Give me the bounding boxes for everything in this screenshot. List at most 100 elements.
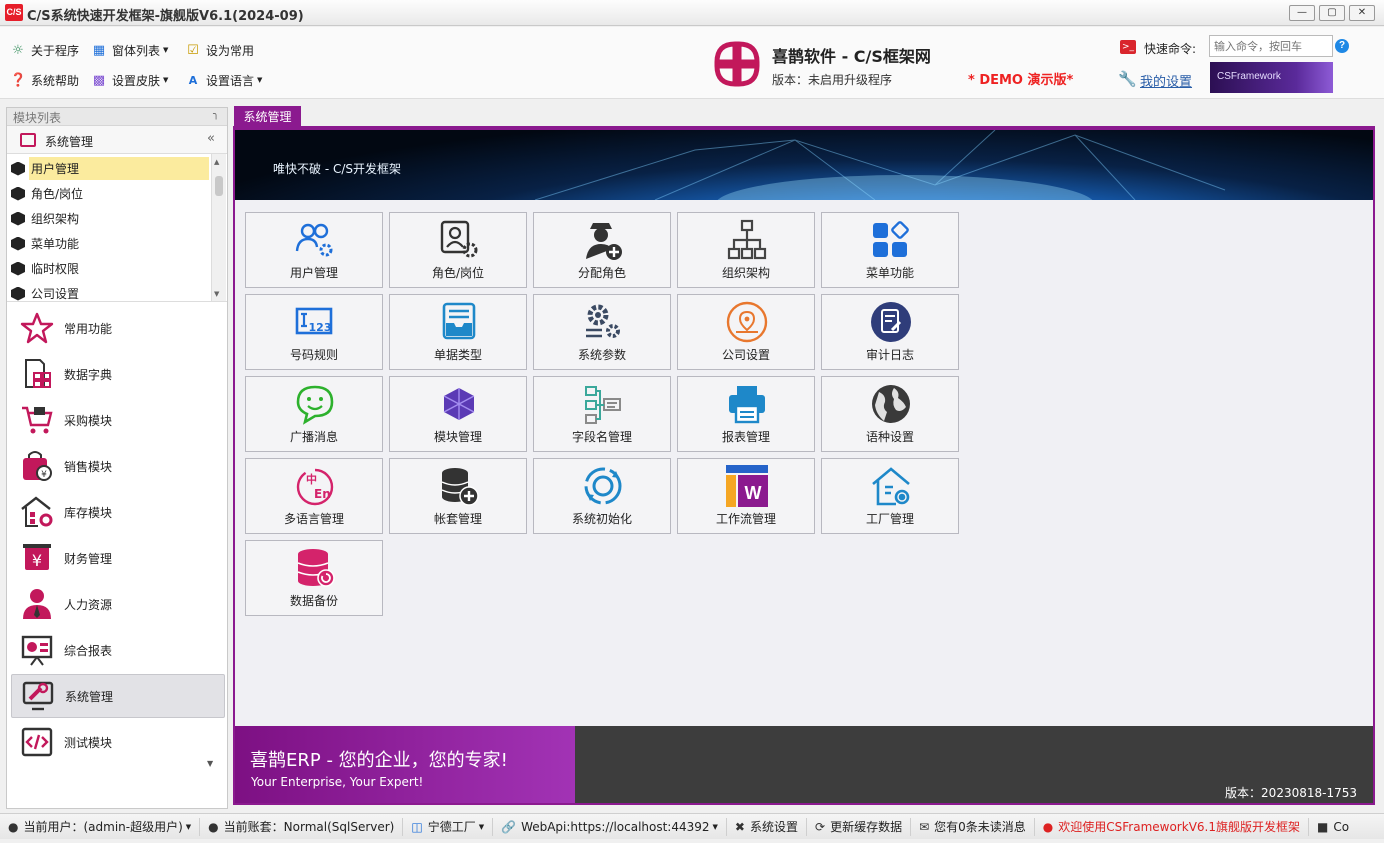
factory-icon: ◫ <box>411 819 423 834</box>
more-modules-icon[interactable]: ▼ <box>207 759 213 768</box>
tile-workflow[interactable]: W 工作流管理 <box>677 458 815 534</box>
sidebar-item-role[interactable]: 角色/岗位 <box>7 181 209 206</box>
scroll-thumb[interactable] <box>215 176 223 196</box>
minimize-button[interactable]: — <box>1289 5 1315 21</box>
tile-broadcast[interactable]: 广播消息 <box>245 376 383 452</box>
about-label: 关于程序 <box>31 43 80 58</box>
tile-system-params[interactable]: 系统参数 <box>533 294 671 370</box>
maximize-button[interactable]: ▢ <box>1319 5 1345 21</box>
module-hr[interactable]: 人力资源 <box>11 582 225 626</box>
status-webapi[interactable]: 🔗 WebApi:https://localhost:44392 ▼ <box>493 817 727 836</box>
sidebar-group-header[interactable]: 系统管理 « <box>7 126 227 154</box>
tile-number-rule[interactable]: 123 号码规则 <box>245 294 383 370</box>
scroll-up-icon[interactable]: ▲ <box>214 158 219 166</box>
sidebar-item-user-management[interactable]: 用户管理 <box>7 156 209 181</box>
module-system[interactable]: 系统管理 <box>11 674 225 718</box>
sidebar-item-company[interactable]: 公司设置 <box>7 281 209 301</box>
module-inventory[interactable]: 库存模块 <box>11 490 225 534</box>
tile-label: 工厂管理 <box>865 512 914 526</box>
tile-data-backup[interactable]: 数据备份 <box>245 540 383 616</box>
demo-badge: * DEMO 演示版* <box>968 73 1074 88</box>
system-params-icon <box>582 301 624 343</box>
status-factory[interactable]: ◫ 宁德工厂 ▼ <box>403 817 494 836</box>
status-messages[interactable]: ✉ 您有0条未读消息 <box>911 817 1035 836</box>
tile-company[interactable]: 公司设置 <box>677 294 815 370</box>
about-button[interactable]: ☼ 关于程序 <box>10 40 79 60</box>
command-input[interactable] <box>1209 35 1333 57</box>
tile-label: 多语言管理 <box>283 512 344 526</box>
set-common-button[interactable]: ☑ 设为常用 <box>185 40 254 60</box>
tile-multilang[interactable]: 中 En 多语言管理 <box>245 458 383 534</box>
status-current-account: ● 当前账套：Normal(SqlServer) <box>200 817 404 836</box>
module-purchase[interactable]: 采购模块 <box>11 398 225 442</box>
system-group-icon <box>20 133 36 147</box>
tile-user-management[interactable]: 用户管理 <box>245 212 383 288</box>
my-settings-link[interactable]: 我的设置 <box>1140 71 1192 90</box>
language-button[interactable]: A 设置语言 ▼ <box>185 70 263 90</box>
cube-icon <box>11 261 25 276</box>
tile-label: 工作流管理 <box>715 512 776 526</box>
tile-account-set[interactable]: 帐套管理 <box>389 458 527 534</box>
sidebar-item-temp-permission[interactable]: 临时权限 <box>7 256 209 281</box>
tile-organization[interactable]: 组织架构 <box>677 212 815 288</box>
command-help-icon[interactable]: ? <box>1335 39 1349 53</box>
module-test[interactable]: 测试模块 <box>11 720 225 764</box>
chat-bubble-icon <box>294 383 336 425</box>
help-label: 系统帮助 <box>31 73 80 88</box>
cube-icon <box>11 211 25 226</box>
tile-label: 广播消息 <box>289 430 338 444</box>
tile-label: 组织架构 <box>721 266 770 280</box>
tile-label: 语种设置 <box>865 430 914 444</box>
skin-label: 设置皮肤 <box>112 73 161 88</box>
tile-field-name[interactable]: 字段名管理 <box>533 376 671 452</box>
sidebar-item-menu[interactable]: 菜单功能 <box>7 231 209 256</box>
chevron-down-icon: ▼ <box>163 76 169 84</box>
sidebar-group-label: 系统管理 <box>45 135 94 149</box>
tile-document-type[interactable]: 单据类型 <box>389 294 527 370</box>
sidebar-item-organization[interactable]: 组织架构 <box>7 206 209 231</box>
module-label: 数据字典 <box>64 367 113 382</box>
module-label: 财务管理 <box>64 551 113 566</box>
module-report[interactable]: 综合报表 <box>11 628 225 672</box>
help-button[interactable]: ❓ 系统帮助 <box>10 70 79 90</box>
tile-menu[interactable]: 菜单功能 <box>821 212 959 288</box>
help-icon: ❓ <box>10 72 27 88</box>
tab-system-management[interactable]: 系统管理 <box>234 106 301 128</box>
status-current-user[interactable]: ● 当前用户：(admin-超级用户) ▼ <box>0 817 201 836</box>
tile-language-setting[interactable]: 语种设置 <box>821 376 959 452</box>
tile-module-management[interactable]: 模块管理 <box>389 376 527 452</box>
dictionary-icon <box>20 357 54 391</box>
top-toolbar: ☼ 关于程序 ▦ 窗体列表 ▼ ☑ 设为常用 ❓ 系统帮助 ▩ 设置皮肤 ▼ A… <box>0 27 1384 99</box>
module-common[interactable]: 常用功能 <box>11 306 225 350</box>
set-common-label: 设为常用 <box>206 43 255 58</box>
sidebar-header: 模块列表 ╮ <box>7 108 227 126</box>
module-sales[interactable]: ¥ 销售模块 <box>11 444 225 488</box>
tile-system-init[interactable]: 系统初始化 <box>533 458 671 534</box>
footer-title: 喜鹊ERP - 您的企业，您的专家! <box>250 750 508 771</box>
tile-audit-log[interactable]: 审计日志 <box>821 294 959 370</box>
module-finance[interactable]: ¥ 财务管理 <box>11 536 225 580</box>
skin-button[interactable]: ▩ 设置皮肤 ▼ <box>91 70 169 90</box>
status-refresh-cache[interactable]: ⟳ 更新缓存数据 <box>807 817 912 836</box>
scroll-down-icon[interactable]: ▼ <box>214 290 219 298</box>
form-list-button[interactable]: ▦ 窗体列表 ▼ <box>91 40 169 60</box>
close-button[interactable]: ✕ <box>1349 5 1375 21</box>
app-window: C/S C/S系统快速开发框架-旗舰版V6.1(2024-09) — ▢ ✕ ☼… <box>0 0 1384 843</box>
org-chart-icon <box>726 219 768 261</box>
chevron-down-icon: ▼ <box>712 822 718 831</box>
tile-report-management[interactable]: 报表管理 <box>677 376 815 452</box>
pin-icon[interactable]: ╮ <box>213 109 219 120</box>
collapse-icon[interactable]: « <box>207 131 215 146</box>
tile-assign-role[interactable]: 分配角色 <box>533 212 671 288</box>
tile-role[interactable]: 角色/岗位 <box>389 212 527 288</box>
footer-band: 喜鹊ERP - 您的企业，您的专家! Your Enterprise, Your… <box>235 726 1373 803</box>
svg-text:W: W <box>745 483 762 503</box>
tile-label: 模块管理 <box>433 430 482 444</box>
module-dictionary[interactable]: 数据字典 <box>11 352 225 396</box>
tile-factory[interactable]: 工厂管理 <box>821 458 959 534</box>
sidebar-scrollbar[interactable]: ▲ ▼ <box>211 154 226 301</box>
status-settings[interactable]: ✖ 系统设置 <box>727 817 807 836</box>
audit-log-icon <box>870 301 912 343</box>
sidebar-item-label: 组织架构 <box>31 212 80 226</box>
tile-label: 单据类型 <box>433 348 482 362</box>
